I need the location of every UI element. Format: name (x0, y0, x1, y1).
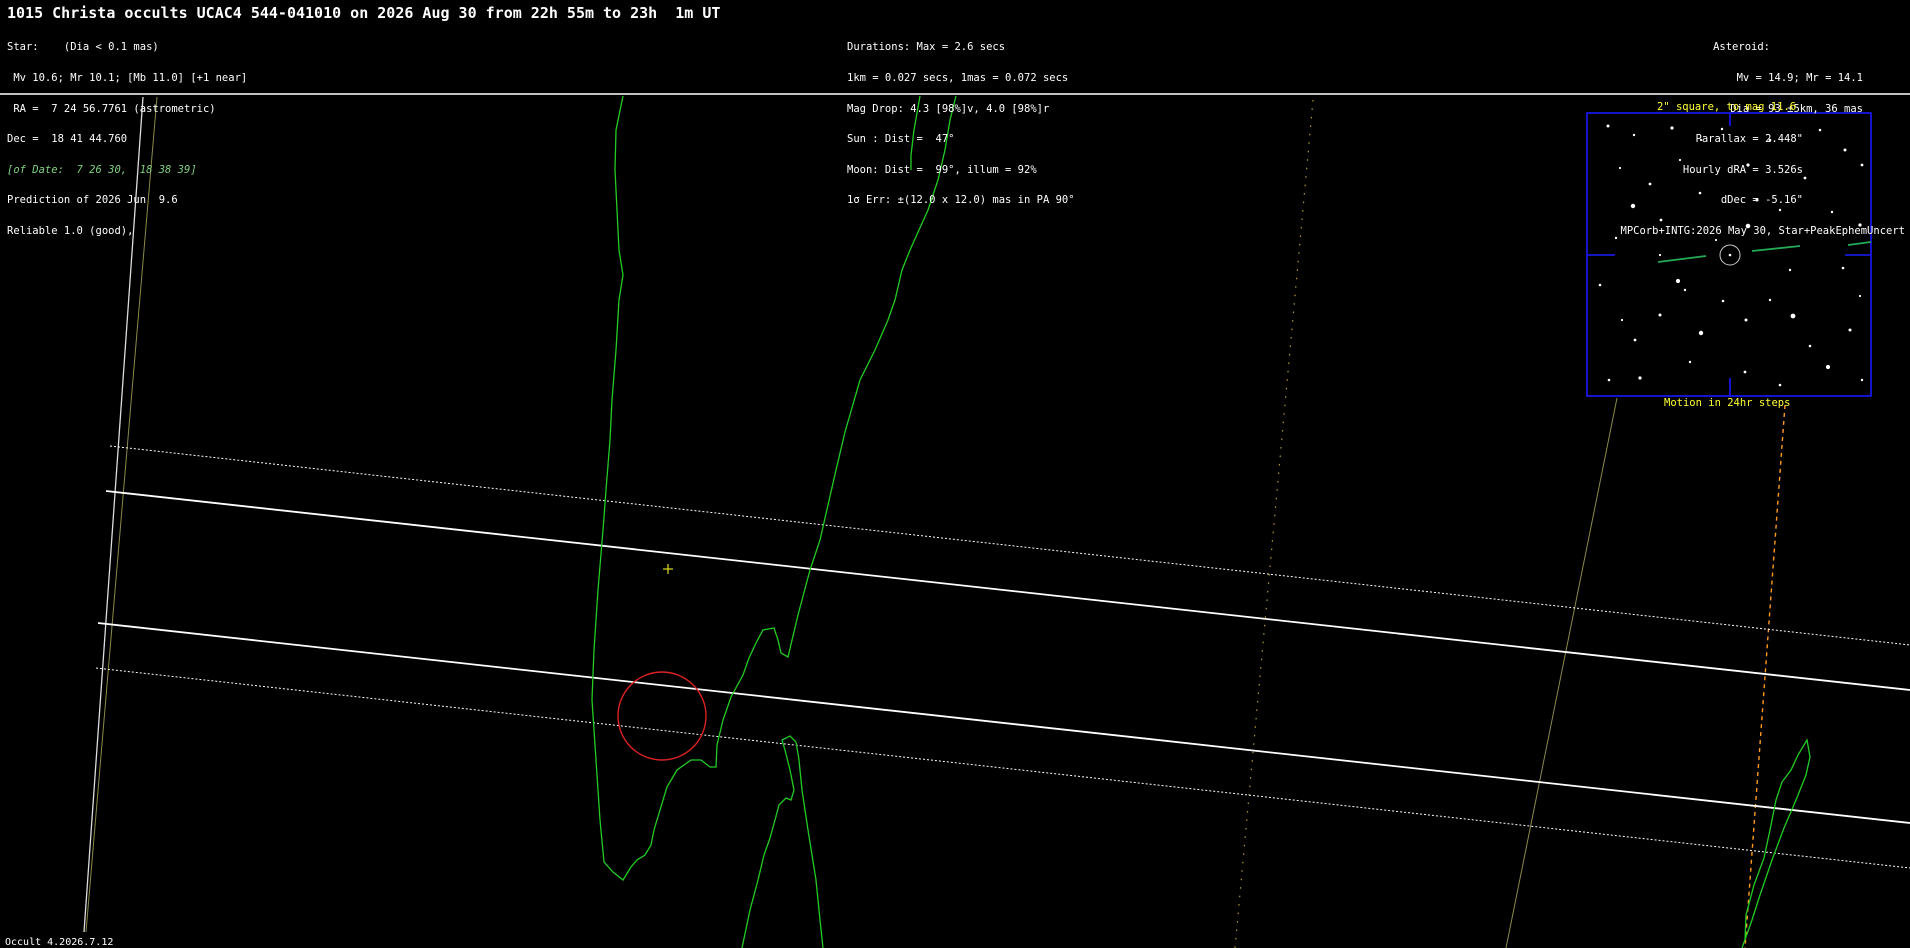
inset-top-caption: 2" square, to mag 11.6 (1657, 101, 1797, 113)
event-info-line: 1σ Err: ±(12.0 x 12.0) mas in PA 90° (847, 194, 1075, 207)
coastline-south (741, 735, 824, 948)
path-center-marker (663, 564, 673, 574)
star-info-line: Prediction of 2026 Jun 9.6 (7, 194, 178, 207)
star-info-line: Dec = 18 41 44.760 (7, 133, 128, 146)
dotted-grid-line (1234, 99, 1314, 948)
asteroid-info-line: MPCorb+INTG:2026 May 30, Star+PeakEphemU… (1620, 225, 1905, 238)
path-south-limit-error (95, 667, 1910, 869)
asteroid-info-heading: Asteroid: (1713, 41, 1770, 54)
event-info-line: Mag Drop: 4.3 [98%]v, 4.0 [98%]r (847, 102, 1050, 115)
star-info-line: Star: (Dia < 0.1 mas) (7, 41, 159, 54)
star-info-line: Reliable 1.0 (good), (7, 225, 134, 238)
right-grid-line (1505, 397, 1618, 948)
event-info-line: Sun : Dist = 47° (847, 133, 955, 146)
path-north-limit-error (109, 445, 1910, 646)
event-info-line: 1km = 0.027 secs, 1mas = 0.072 secs (847, 72, 1069, 85)
page-title: 1015 Christa occults UCAC4 544-041010 on… (7, 4, 721, 22)
star-info-block: Star: (Dia < 0.1 mas) Mv 10.6; Mr 10.1; … (7, 22, 247, 246)
orange-dashed-track (1744, 404, 1786, 948)
asteroid-info-line: dDec = -5.16" (1720, 194, 1803, 207)
star-info-line: [of Date: 7 26 30, 18 38 39] (7, 163, 197, 176)
star-info-line: RA = 7 24 56.7761 (astrometric) (7, 102, 216, 115)
path-south-edge (97, 622, 1910, 824)
asteroid-info-line: Mv = 14.9; Mr = 14.1 (1736, 72, 1863, 85)
event-info-line: Moon: Dist = 99°, illum = 92% (847, 163, 1037, 176)
asteroid-info-line: Parallax = 2.448" (1695, 133, 1803, 146)
event-info-block: Durations: Max = 2.6 secs 1km = 0.027 se… (847, 22, 1075, 216)
path-north-edge (105, 490, 1910, 691)
footer-version: Occult 4.2026.7.12 (5, 937, 114, 948)
event-info-line: Durations: Max = 2.6 secs (847, 41, 1006, 54)
inset-bottom-caption: Motion in 24hr steps (1664, 397, 1791, 409)
asteroid-info-line: Hourly dRA = 3.526s (1682, 163, 1803, 176)
asteroid-info-block: Asteroid: Mv = 14.9; Mr = 14.1 Dia = 93 … (1621, 22, 1905, 246)
star-info-line: Mv 10.6; Mr 10.1; [Mb 11.0] [+1 near] (7, 72, 248, 85)
